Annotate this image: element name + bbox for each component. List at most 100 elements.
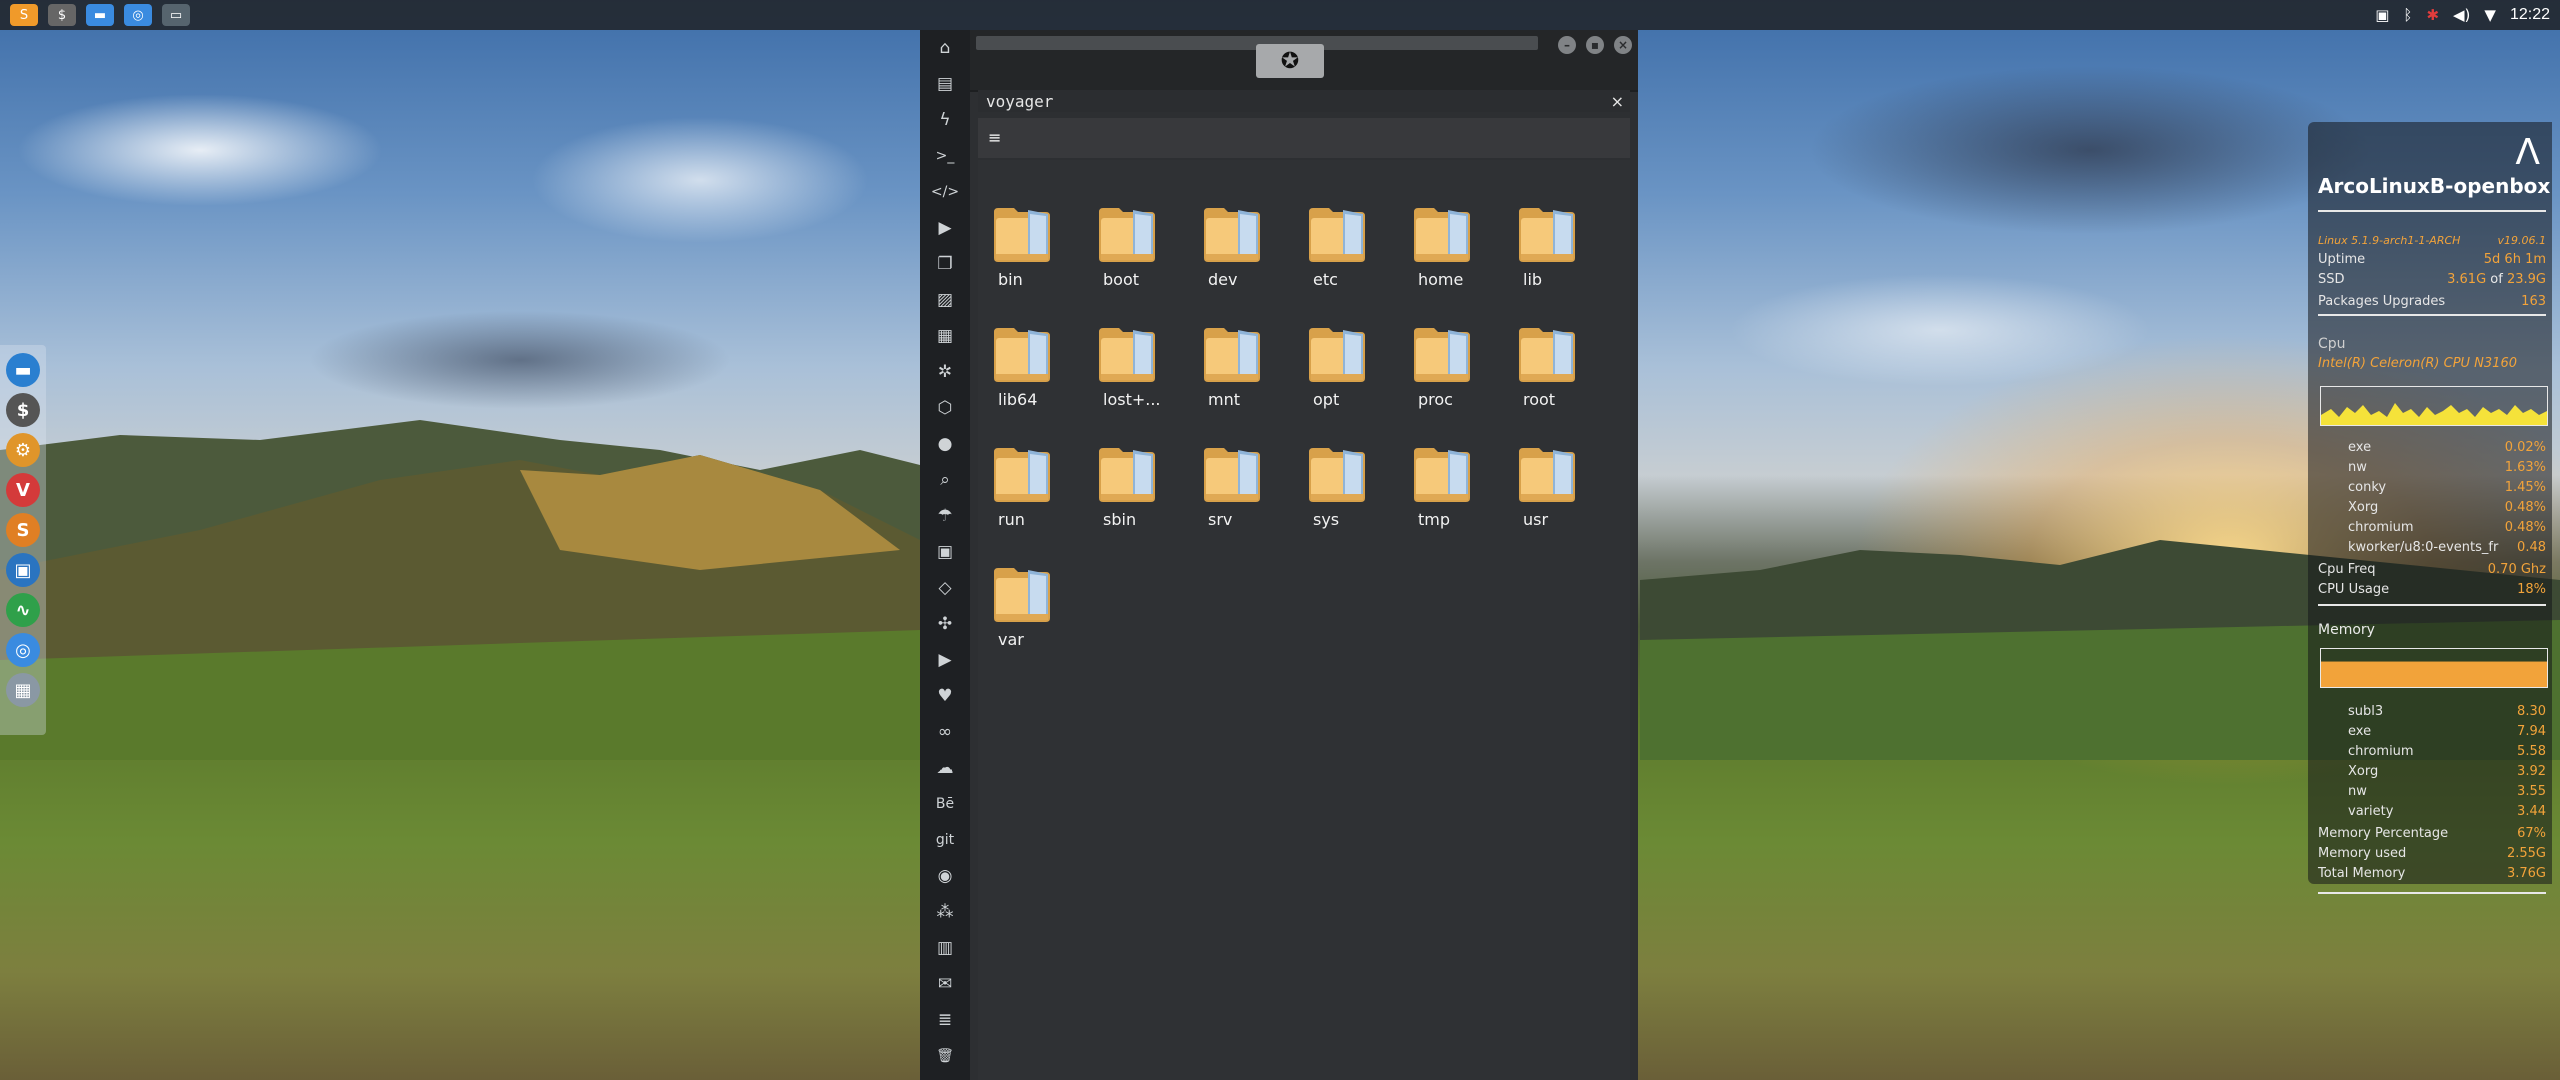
folder-item[interactable]: run <box>990 442 1095 544</box>
code-icon[interactable]: </> <box>920 174 970 210</box>
volume-icon[interactable]: ◀) <box>2453 6 2470 24</box>
infinity-icon[interactable]: ∞ <box>920 714 970 750</box>
ssd-value: 3.61G of 23.9G <box>2447 272 2546 287</box>
workspaces-icon[interactable]: ▦ <box>6 673 40 707</box>
close-button[interactable]: × <box>1614 36 1632 54</box>
folder-item[interactable]: etc <box>1305 202 1410 304</box>
process-name: subl3 <box>2348 704 2384 719</box>
folder-item[interactable]: opt <box>1305 322 1410 424</box>
diamond-icon[interactable]: ◇ <box>920 570 970 606</box>
settings-icon[interactable]: ⚙ <box>6 433 40 467</box>
screenshot-tray-icon[interactable]: ▣ <box>2375 6 2389 24</box>
divider <box>2318 892 2546 894</box>
gear-icon[interactable]: ✲ <box>920 354 970 390</box>
vivaldi-icon[interactable]: V <box>6 473 40 507</box>
globe-icon[interactable]: ● <box>920 426 970 462</box>
files-icon[interactable]: ▬ <box>86 4 114 26</box>
hexagon-icon[interactable]: ⬡ <box>920 390 970 426</box>
folder-label: mnt <box>1208 390 1240 409</box>
folder-item[interactable]: dev <box>1200 202 1305 304</box>
folder-view[interactable]: bin boot dev etc home lib lib64 lost+... mnt opt p… <box>978 160 1630 1080</box>
sublime-text-icon[interactable]: S <box>10 4 38 26</box>
folder-icon <box>1414 448 1470 502</box>
folder-item[interactable]: tmp <box>1410 442 1515 544</box>
chromium-icon[interactable]: ◎ <box>124 4 152 26</box>
folder-item[interactable]: var <box>990 562 1095 664</box>
map-icon[interactable]: ▥ <box>920 930 970 966</box>
expand-icon[interactable]: ✣ <box>920 606 970 642</box>
mem-used-row: Memory used 2.55G <box>2318 846 2546 861</box>
system-monitor-icon[interactable]: ∿ <box>6 593 40 627</box>
process-name: Xorg <box>2348 764 2379 779</box>
mem-pct-label: Memory Percentage <box>2318 826 2449 841</box>
folder-item[interactable]: root <box>1515 322 1620 424</box>
minimize-button[interactable]: – <box>1558 36 1576 54</box>
folder-item[interactable]: srv <box>1200 442 1305 544</box>
process-name: exe <box>2348 724 2372 739</box>
folder-item[interactable]: lib64 <box>990 322 1095 424</box>
cpu-model: Intel(R) Celeron(R) CPU N3160 <box>2318 356 2517 371</box>
clock[interactable]: 12:22 <box>2510 6 2550 24</box>
git-icon[interactable]: git <box>920 822 970 858</box>
files-icon[interactable]: ▬ <box>6 353 40 387</box>
mem-used-label: Memory used <box>2318 846 2407 861</box>
folder-item[interactable]: mnt <box>1200 322 1305 424</box>
workspace-icon[interactable]: ▭ <box>162 4 190 26</box>
sublime-text-icon[interactable]: S <box>6 513 40 547</box>
heart-icon[interactable]: ♥ <box>920 678 970 714</box>
folder-item[interactable]: proc <box>1410 322 1515 424</box>
document-icon[interactable]: ▤ <box>920 66 970 102</box>
terminal-prompt-icon[interactable]: >_ <box>920 138 970 174</box>
image-icon[interactable]: ▨ <box>920 282 970 318</box>
packages-row: Packages Upgrades 163 <box>2318 294 2546 309</box>
trash-icon[interactable]: 🗑 <box>920 1038 970 1074</box>
dock: ▬ $ ⚙ V S ▣ ∿ ◎ ▦ <box>0 345 46 735</box>
window-titlebar[interactable]: ✪ – ▪ × <box>970 30 1638 92</box>
cpu-freq-row: Cpu Freq 0.70 Ghz <box>2318 562 2546 577</box>
umbrella-icon[interactable]: ☂ <box>920 498 970 534</box>
folder-label: tmp <box>1418 510 1451 529</box>
folder-label: etc <box>1313 270 1338 289</box>
mem-used-value: 2.55G <box>2506 846 2546 861</box>
folder-item[interactable]: lost+... <box>1095 322 1200 424</box>
home-icon[interactable]: ⌂ <box>920 30 970 66</box>
cpu-usage-label: CPU Usage <box>2318 582 2390 597</box>
folder-item[interactable]: usr <box>1515 442 1620 544</box>
folder-item[interactable]: sys <box>1305 442 1410 544</box>
cpu-graph <box>2320 386 2548 426</box>
bluetooth-icon[interactable]: ᛒ <box>2403 6 2412 24</box>
cpu-usage-value: 18% <box>2517 582 2546 597</box>
youtube-icon[interactable]: ▶ <box>920 642 970 678</box>
copy-icon[interactable]: ❐ <box>920 246 970 282</box>
folder-item[interactable]: bin <box>990 202 1095 304</box>
terminal-icon[interactable]: $ <box>48 4 76 26</box>
folder-icon <box>1309 448 1365 502</box>
process-value: 0.48% <box>2504 500 2546 515</box>
screenshot-icon[interactable]: ▣ <box>6 553 40 587</box>
folder-item[interactable]: boot <box>1095 202 1200 304</box>
update-notifier-icon[interactable]: ✱ <box>2426 6 2439 24</box>
server-icon[interactable]: ≣ <box>920 1002 970 1038</box>
maximize-button[interactable]: ▪ <box>1586 36 1604 54</box>
folder-label: home <box>1418 270 1464 289</box>
newspaper-icon[interactable]: ▦ <box>920 318 970 354</box>
folder-item[interactable]: lib <box>1515 202 1620 304</box>
terminal-icon[interactable]: $ <box>6 393 40 427</box>
github-icon[interactable]: ◉ <box>920 858 970 894</box>
cubes-icon[interactable]: ⁂ <box>920 894 970 930</box>
wifi-icon[interactable]: ▼ <box>2484 6 2496 24</box>
envelope-icon[interactable]: ✉ <box>920 966 970 1002</box>
cloud-icon[interactable]: ☁ <box>920 750 970 786</box>
folder-item[interactable]: sbin <box>1095 442 1200 544</box>
search-icon[interactable]: ⌕ <box>920 462 970 498</box>
bolt-icon[interactable]: ϟ <box>920 102 970 138</box>
pane-close-button[interactable]: × <box>1611 92 1624 111</box>
folder-item[interactable]: home <box>1410 202 1515 304</box>
behance-icon[interactable]: Bē <box>920 786 970 822</box>
chromium-icon[interactable]: ◎ <box>6 633 40 667</box>
packages-label: Packages Upgrades <box>2318 294 2446 309</box>
cpu-label: Cpu <box>2318 336 2346 352</box>
contact-icon[interactable]: ▣ <box>920 534 970 570</box>
play-icon[interactable]: ▶ <box>920 210 970 246</box>
menu-icon[interactable]: ≡ <box>988 128 1004 147</box>
